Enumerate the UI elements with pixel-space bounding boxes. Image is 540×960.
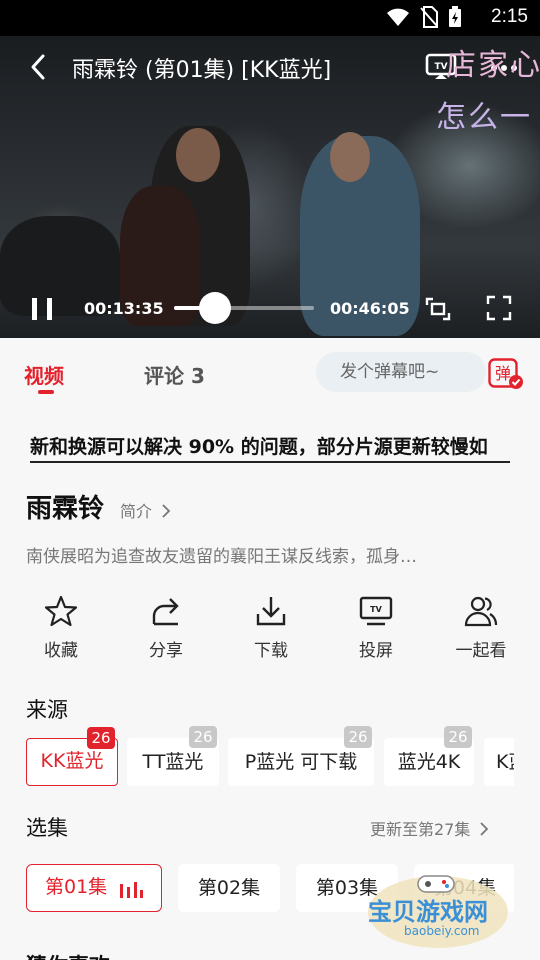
collect-label: 收藏 [44,641,78,661]
tab-indicator [38,390,54,394]
pause-icon[interactable] [28,295,56,323]
source-count-badge: 26 [87,727,115,749]
current-time: 00:13:35 [84,299,164,318]
collect-button[interactable]: 收藏 [26,594,96,664]
danmu-input[interactable]: 发个弹幕吧~ [316,352,486,392]
danmu-comment: 店家心 [446,48,540,83]
source-item[interactable]: 蓝光4K 26 [384,726,474,786]
no-sim-icon [420,6,438,28]
source-item[interactable]: K蓝 [484,738,514,786]
battery-charging-icon [449,6,461,27]
rotate-icon[interactable] [424,295,452,323]
source-label: K蓝 [496,751,514,773]
watermark-domain: baobeiy.com [404,924,480,938]
source-count-badge: 26 [189,726,217,748]
detail-panel: 视频 评论 3 发个弹幕吧~ 弹 新和换源可以解决 90% 的问题，部分片源更新… [0,338,540,960]
danmu-toggle-icon[interactable]: 弹 [488,358,524,390]
source-label: P蓝光 可下载 [244,751,358,773]
share-label: 分享 [149,641,183,661]
playing-equalizer-icon [120,882,143,898]
cast-button[interactable]: TV 投屏 [341,594,411,664]
progress-bar[interactable] [174,292,314,324]
download-button[interactable]: 下载 [236,594,306,664]
episodes-update-link[interactable]: 更新至第27集 [370,816,489,840]
wifi-icon [387,8,409,26]
download-label: 下载 [254,641,288,661]
source-label: KK蓝光 [40,750,104,772]
source-label: TT蓝光 [142,751,204,773]
intro-link[interactable]: 简介 [120,498,171,522]
watch-together-button[interactable]: 一起看 [446,594,516,664]
download-icon [256,597,286,626]
fullscreen-icon[interactable] [486,295,512,321]
source-count-badge: 26 [344,726,372,748]
notice-underline [30,461,510,463]
share-icon [152,598,179,626]
chevron-right-icon [162,504,171,518]
intro-label: 简介 [120,502,153,521]
tab-video[interactable]: 视频 [24,360,64,389]
cast-label: 投屏 [359,641,393,661]
episodes-heading: 选集 [26,816,68,840]
progress-knob[interactable] [199,292,232,324]
status-time: 2:15 [491,6,528,27]
player-controls: 00:13:35 00:46:05 [0,286,540,330]
chevron-right-icon [480,822,489,836]
video-title: 雨霖铃 (第01集) [KK蓝光] [72,58,332,83]
source-item[interactable]: P蓝光 可下载 26 [228,726,374,786]
episodes-update-label: 更新至第27集 [370,820,471,839]
show-title: 雨霖铃 [26,494,105,524]
watermark-title: 宝贝游戏网 [368,898,488,926]
source-heading: 来源 [26,698,68,722]
tv-icon: TV [359,596,393,626]
source-label: 蓝光4K [397,751,461,773]
synopsis: 南侠展昭为追查故友遗留的襄阳王谋反线索，孤身… [26,547,417,567]
total-time: 00:46:05 [330,299,410,318]
source-list: KK蓝光 26 TT蓝光 26 P蓝光 可下载 26 蓝光4K 26 K蓝 [26,726,514,786]
watch-together-label: 一起看 [455,641,507,661]
danmu-toggle-label: 弹 [495,364,511,383]
video-player[interactable]: 2:15 雨霖铃 (第01集) [KK蓝光] TV 店家心 怎么一 00:13:… [0,0,540,338]
users-icon [464,596,498,627]
star-icon [44,595,78,627]
episode-item[interactable]: 第02集 [178,864,280,912]
back-icon[interactable] [22,50,56,84]
danmu-comment: 怎么一 [436,100,532,135]
episode-item[interactable]: 第01集 [26,864,162,912]
status-bar: 2:15 [0,0,540,36]
notice-marquee: 新和换源可以解决 90% 的问题，部分片源更新较慢如 [30,436,488,458]
watermark: 宝贝游戏网 baobeiy.com [364,868,512,954]
source-count-badge: 26 [444,726,472,748]
svg-text:TV: TV [370,605,382,614]
episode-label: 第01集 [45,876,108,898]
source-item[interactable]: KK蓝光 26 [26,727,118,786]
gamepad-icon [417,875,455,893]
tab-comments[interactable]: 评论 3 [144,360,205,389]
next-section-heading: 猜你喜欢 [26,950,110,960]
source-item[interactable]: TT蓝光 26 [127,726,219,786]
action-bar: 收藏 分享 下载 TV 投屏 一起看 [26,594,516,664]
tab-bar: 视频 评论 3 发个弹幕吧~ 弹 [0,338,540,408]
share-button[interactable]: 分享 [131,594,201,664]
